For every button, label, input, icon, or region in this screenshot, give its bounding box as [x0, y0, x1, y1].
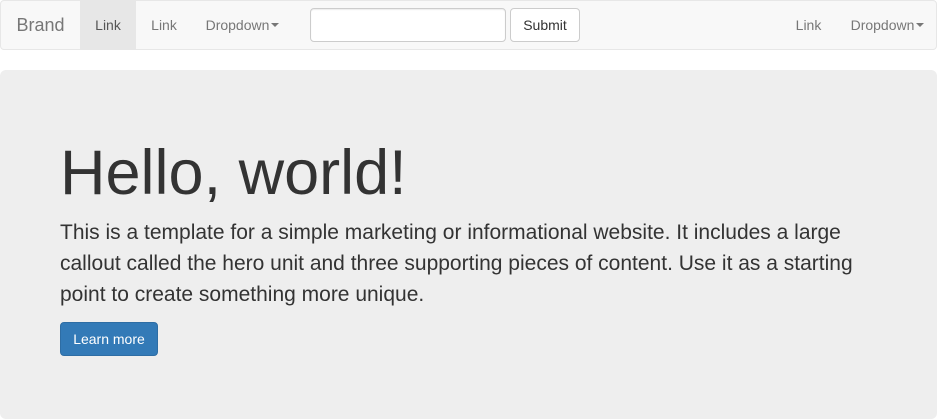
- navbar-brand[interactable]: Brand: [1, 1, 80, 49]
- nav-dropdown-left-label: Dropdown: [205, 17, 270, 33]
- nav-dropdown-left[interactable]: Dropdown: [192, 1, 293, 49]
- nav-dropdown-right[interactable]: Dropdown: [837, 1, 937, 49]
- nav-link-2[interactable]: Link: [136, 1, 192, 49]
- learn-more-button[interactable]: Learn more: [60, 322, 158, 356]
- nav-dropdown-right-label: Dropdown: [850, 17, 915, 33]
- search-input[interactable]: [310, 8, 506, 42]
- chevron-down-icon: [916, 23, 925, 27]
- chevron-down-icon: [271, 23, 280, 27]
- hero-title: Hello, world!: [60, 138, 407, 208]
- submit-button[interactable]: Submit: [510, 8, 580, 42]
- nav-link-1[interactable]: Link: [80, 1, 136, 49]
- hero-text: This is a template for a simple marketin…: [60, 221, 853, 306]
- nav-link-right[interactable]: Link: [780, 1, 837, 49]
- navbar: Brand Link Link Dropdown Submit Link Dro…: [0, 0, 937, 50]
